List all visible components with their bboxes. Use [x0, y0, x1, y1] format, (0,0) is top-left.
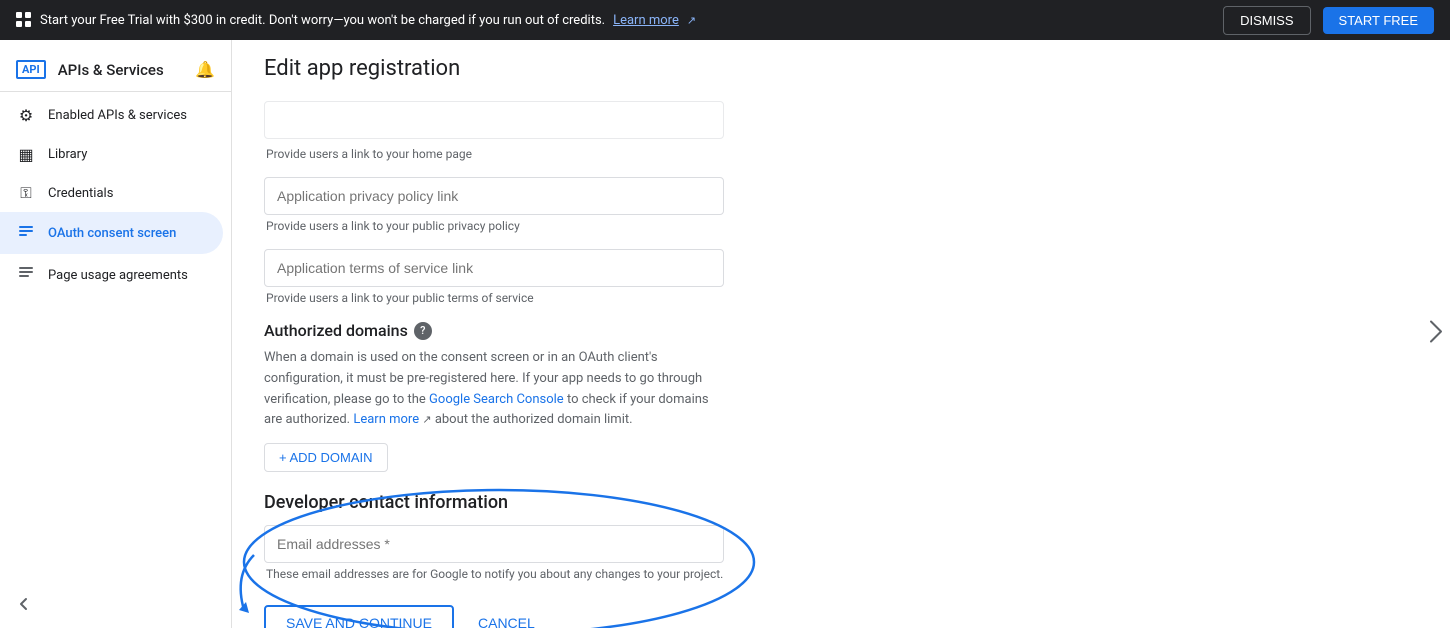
banner-right: DISMISS START FREE: [1223, 6, 1434, 35]
start-free-button[interactable]: START FREE: [1323, 7, 1434, 34]
sidebar-label-enabled-apis: Enabled APIs & services: [48, 108, 187, 123]
page-usage-icon: [16, 264, 36, 286]
sidebar-item-enabled-apis[interactable]: ⚙ Enabled APIs & services: [0, 96, 223, 135]
home-page-section: Provide users a link to your home page: [264, 101, 1100, 161]
email-hint: These email addresses are for Google to …: [264, 567, 1100, 581]
oauth-icon: [16, 222, 36, 244]
page-title: Edit app registration: [264, 56, 1100, 81]
learn-more-link[interactable]: Learn more: [353, 412, 419, 427]
developer-contact-section: Developer contact information These emai…: [264, 492, 1100, 581]
bell-icon[interactable]: 🔔: [195, 60, 215, 79]
help-icon[interactable]: ?: [414, 322, 432, 340]
home-page-hint: Provide users a link to your home page: [264, 147, 1100, 161]
sidebar-item-credentials[interactable]: ⚿ Credentials: [0, 174, 223, 212]
privacy-policy-hint: Provide users a link to your public priv…: [264, 219, 1100, 233]
sidebar-label-page-usage: Page usage agreements: [48, 268, 188, 283]
cancel-button[interactable]: CANCEL: [462, 607, 551, 628]
sidebar-label-library: Library: [48, 147, 87, 162]
email-input[interactable]: [264, 525, 724, 563]
top-banner: Start your Free Trial with $300 in credi…: [0, 0, 1450, 40]
privacy-policy-section: Provide users a link to your public priv…: [264, 177, 1100, 233]
save-and-continue-button[interactable]: SAVE AND CONTINUE: [264, 605, 454, 628]
sidebar-item-oauth-consent[interactable]: OAuth consent screen: [0, 212, 223, 254]
developer-contact-heading: Developer contact information: [264, 492, 1100, 513]
sidebar-header: API APIs & Services 🔔: [0, 48, 231, 92]
content-inner: Edit app registration Provide users a li…: [232, 40, 1132, 628]
right-collapse-button[interactable]: [1422, 304, 1450, 365]
sidebar-item-library[interactable]: ▦ Library: [0, 135, 223, 174]
home-page-input[interactable]: [264, 101, 724, 139]
terms-of-service-section: Provide users a link to your public term…: [264, 249, 1100, 305]
email-section: These email addresses are for Google to …: [264, 525, 1100, 581]
authorized-domains-description: When a domain is used on the consent scr…: [264, 348, 724, 431]
sidebar-item-page-usage[interactable]: Page usage agreements: [0, 254, 223, 296]
terms-of-service-hint: Provide users a link to your public term…: [264, 291, 1100, 305]
google-search-console-link[interactable]: Google Search Console: [429, 392, 564, 407]
terms-of-service-input[interactable]: [264, 249, 724, 287]
grid-icon: [16, 12, 32, 28]
credentials-icon: ⚿: [16, 184, 36, 202]
action-buttons: SAVE AND CONTINUE CANCEL: [264, 605, 1100, 628]
sidebar: API APIs & Services 🔔 ⚙ Enabled APIs & s…: [0, 40, 232, 628]
authorized-domains-heading: Authorized domains ?: [264, 321, 1100, 340]
sidebar-label-oauth: OAuth consent screen: [48, 226, 176, 241]
external-link-icon2: ↗: [422, 413, 431, 426]
external-link-icon: ↗: [687, 14, 696, 27]
add-domain-button[interactable]: + ADD DOMAIN: [264, 443, 388, 472]
banner-text: Start your Free Trial with $300 in credi…: [40, 13, 605, 28]
sidebar-collapse-button[interactable]: [8, 588, 40, 620]
sidebar-label-credentials: Credentials: [48, 186, 113, 201]
dismiss-button[interactable]: DISMISS: [1223, 6, 1310, 35]
content-area: Edit app registration Provide users a li…: [232, 40, 1450, 628]
api-badge: API: [16, 60, 46, 79]
authorized-domains-section: Authorized domains ? When a domain is us…: [264, 321, 1100, 472]
gear-icon: ⚙: [16, 106, 36, 125]
library-icon: ▦: [16, 145, 36, 164]
sidebar-title: APIs & Services: [58, 61, 164, 79]
banner-learn-more[interactable]: Learn more: [613, 13, 679, 28]
privacy-policy-input[interactable]: [264, 177, 724, 215]
banner-left: Start your Free Trial with $300 in credi…: [16, 12, 696, 28]
